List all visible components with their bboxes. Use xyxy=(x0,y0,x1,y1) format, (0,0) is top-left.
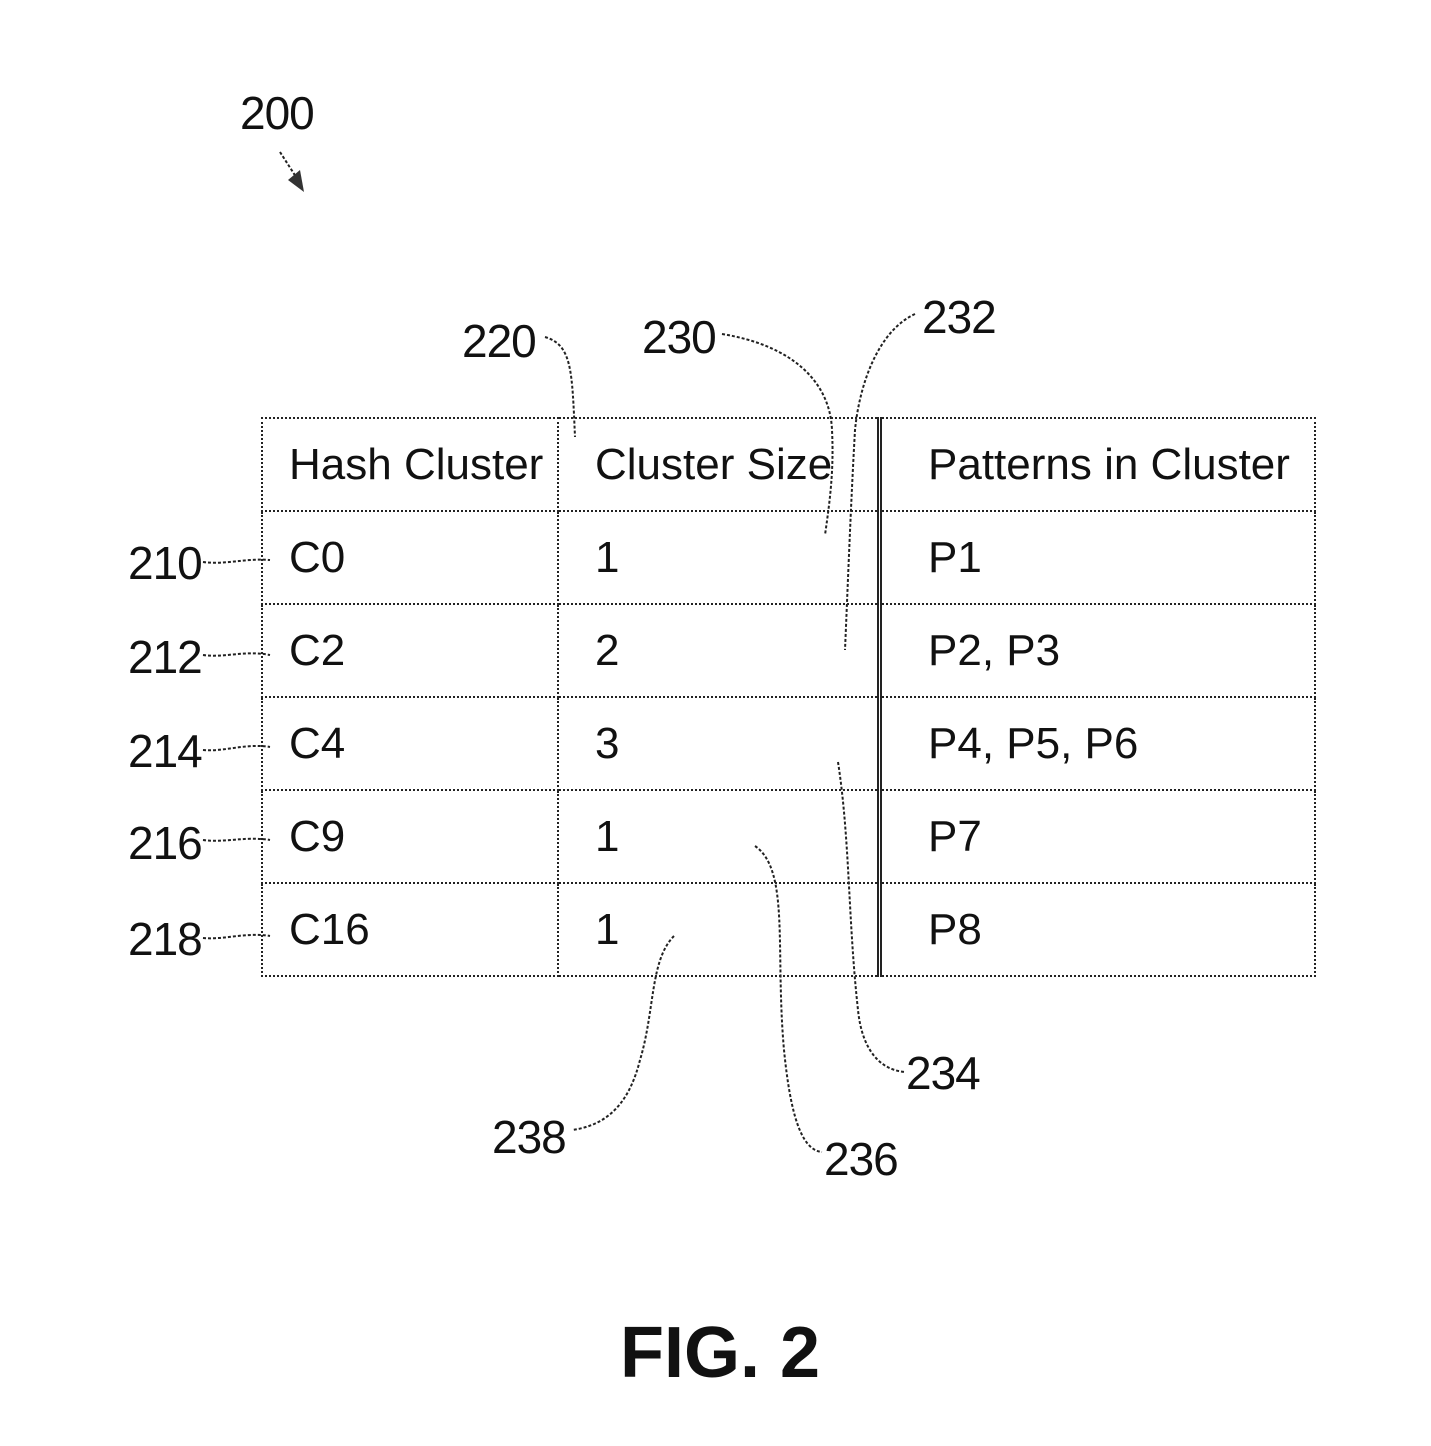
figure-caption: FIG. 2 xyxy=(620,1313,821,1393)
arrowhead-200 xyxy=(288,170,304,192)
leader-220 xyxy=(544,336,576,438)
leader-lines xyxy=(202,151,916,1153)
leader-238 xyxy=(571,935,675,1131)
leader-236 xyxy=(754,845,823,1153)
leader-232 xyxy=(844,313,916,651)
leader-210 xyxy=(202,558,271,564)
leader-214 xyxy=(202,744,271,752)
leader-212 xyxy=(202,652,271,657)
leader-234 xyxy=(837,761,906,1073)
leader-218 xyxy=(202,933,271,940)
leader-230 xyxy=(721,333,834,536)
leader-216 xyxy=(202,837,271,842)
